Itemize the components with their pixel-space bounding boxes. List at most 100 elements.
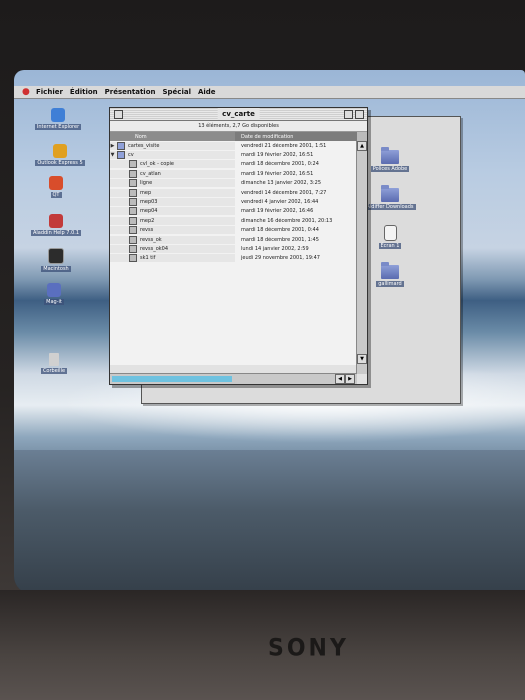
file-name-cell: cvl_ok - copie — [110, 160, 235, 169]
file-name-cell: ▼ cv — [110, 151, 235, 160]
menu-presentation[interactable]: Présentation — [105, 88, 156, 96]
hard-disk-icon — [48, 248, 64, 264]
internet-explorer-icon — [51, 108, 65, 122]
file-icon — [129, 226, 137, 235]
file-name-cell: mep03 — [110, 198, 235, 207]
list-item[interactable]: mep vendredi 14 décembre 2001, 7:27 — [110, 188, 357, 197]
monitor-brand-logo: SONY — [268, 634, 349, 663]
file-name-cell: revss_ok — [110, 235, 235, 244]
file-name-label: mep2 — [140, 217, 155, 224]
monitor-frame: ● Fichier Édition Présentation Spécial A… — [0, 0, 525, 700]
file-date-cell: dimanche 13 janvier 2002, 3:25 — [241, 180, 322, 187]
window-title: cv_carte — [217, 108, 260, 120]
file-name-label: revss — [140, 227, 154, 234]
list-item[interactable]: revss_ok04 lundi 14 janvier 2002, 2:59 — [110, 244, 357, 253]
file-date-cell: mardi 18 décembre 2001, 0:44 — [241, 227, 319, 234]
list-item[interactable]: sk1 tif jeudi 29 novembre 2001, 19:47 — [110, 254, 357, 263]
desktop-icon-polices-adobe[interactable]: Polices Adobe — [360, 147, 420, 172]
file-icon — [129, 188, 137, 197]
desktop-icon-corbeille[interactable]: Corbeille — [24, 353, 84, 374]
file-name-label: cartes_visite — [128, 142, 160, 149]
disclosure-triangle-icon[interactable]: ▼ — [110, 152, 115, 158]
file-name-label: mep03 — [140, 199, 158, 206]
folder-icon — [117, 151, 125, 160]
list-item[interactable]: cv_atlan mardi 19 février 2002, 16:51 — [110, 169, 357, 178]
file-name-cell: ligne — [110, 179, 235, 188]
quicktime-icon — [49, 176, 63, 190]
menu-aide[interactable]: Aide — [198, 88, 216, 96]
file-date-cell: mardi 18 décembre 2001, 0:24 — [241, 161, 319, 168]
file-name-label: revss_ok — [140, 236, 162, 243]
file-date-cell: mardi 19 février 2002, 16:46 — [241, 208, 314, 215]
document-icon — [383, 225, 397, 241]
list-item[interactable]: mep2 dimanche 16 décembre 2001, 20:13 — [110, 216, 357, 225]
desktop-icon-outlook-express[interactable]: Outlook Express 5 — [30, 144, 90, 166]
file-icon — [129, 198, 137, 207]
window-titlebar[interactable]: cv_carte — [110, 108, 367, 121]
scroll-up-icon[interactable]: ▲ — [357, 141, 367, 151]
desktop-icon-internet-explorer[interactable]: Internet Explorer — [28, 108, 88, 130]
menu-edition[interactable]: Édition — [70, 88, 98, 96]
monitor-bezel — [0, 590, 525, 700]
file-name-label: cv_atlan — [140, 170, 161, 177]
desktop-icon-aladdin-help[interactable]: Aladdin Help 7.0.1 — [26, 214, 86, 236]
file-name-cell: sk1 tif — [110, 254, 235, 263]
desktop-icon-aldiffer-downloads[interactable]: Aldiffer Downloads — [360, 185, 420, 210]
desktop-icon-gallimard[interactable]: gallimard — [360, 262, 420, 287]
folder-icon — [381, 185, 399, 202]
vertical-scrollbar[interactable]: ▲ ▼ — [356, 141, 367, 374]
file-name-label: sk1 tif — [140, 255, 156, 262]
help-icon — [49, 214, 63, 228]
folder-icon — [381, 262, 399, 279]
list-item[interactable]: ▶ cartes_visite vendredi 21 décembre 2001,… — [110, 141, 357, 150]
file-icon — [129, 244, 137, 253]
horizontal-scrollbar[interactable]: ◀ ▶ — [110, 373, 357, 384]
file-name-cell: revss — [110, 226, 235, 235]
file-date-cell: lundi 14 janvier 2002, 2:59 — [241, 245, 309, 252]
menu-fichier[interactable]: Fichier — [36, 88, 63, 96]
file-name-cell: mep04 — [110, 207, 235, 216]
screen: ● Fichier Édition Présentation Spécial A… — [14, 70, 525, 594]
scroll-right-icon[interactable]: ▶ — [345, 374, 355, 384]
desktop-icon-macintosh[interactable]: Macintosh — [26, 248, 86, 272]
finder-window-cv-carte[interactable]: cv_carte 13 éléments, 2,7 Go disponibles… — [109, 107, 368, 385]
desktop-icon-mag-it[interactable]: Mag-it — [24, 283, 84, 305]
scroll-down-icon[interactable]: ▼ — [357, 354, 367, 364]
file-date-cell: vendredi 4 janvier 2002, 16:44 — [241, 199, 319, 206]
collapse-box-icon[interactable] — [355, 110, 364, 119]
list-item[interactable]: revss mardi 18 décembre 2001, 0:44 — [110, 226, 357, 235]
list-item[interactable]: revss_ok mardi 18 décembre 2001, 1:45 — [110, 235, 357, 244]
horizontal-scroll-thumb[interactable] — [112, 376, 232, 382]
folder-icon — [117, 141, 125, 150]
list-item[interactable]: mep04 mardi 19 février 2002, 16:46 — [110, 207, 357, 216]
list-item[interactable]: ▼ cv mardi 19 février 2002, 16:51 — [110, 150, 357, 160]
file-date-cell: vendredi 14 décembre 2001, 7:27 — [241, 189, 327, 196]
file-name-cell: mep — [110, 188, 235, 197]
file-date-cell: vendredi 21 décembre 2001, 1:51 — [241, 142, 327, 149]
file-icon — [129, 235, 137, 244]
file-icon — [129, 207, 137, 216]
file-date-cell: jeudi 29 novembre 2001, 19:47 — [241, 255, 320, 262]
file-name-label: mep — [140, 189, 152, 196]
menu-special[interactable]: Spécial — [163, 88, 191, 96]
file-icon — [129, 179, 137, 188]
disclosure-triangle-icon[interactable]: ▶ — [110, 143, 115, 149]
close-box-icon[interactable] — [114, 110, 123, 119]
zoom-box-icon[interactable] — [344, 110, 353, 119]
file-date-cell: mardi 18 décembre 2001, 1:45 — [241, 236, 319, 243]
list-item[interactable]: ligne dimanche 13 janvier 2002, 3:25 — [110, 179, 357, 188]
scroll-left-icon[interactable]: ◀ — [335, 374, 345, 384]
file-name-label: cvl_ok - copie — [140, 161, 174, 168]
file-name-cell: revss_ok04 — [110, 244, 235, 253]
wallpaper-sand — [14, 450, 525, 594]
desktop-icon-ecran-1[interactable]: Écran 1 — [360, 225, 420, 249]
apple-menu-icon[interactable]: ● — [22, 87, 32, 97]
file-icon — [129, 254, 137, 263]
file-icon — [129, 169, 137, 178]
file-name-label: mep04 — [140, 208, 158, 215]
list-item[interactable]: mep03 vendredi 4 janvier 2002, 16:44 — [110, 197, 357, 207]
list-item[interactable]: cvl_ok - copie mardi 18 décembre 2001, 0:… — [110, 160, 357, 169]
file-name-label: cv — [128, 152, 134, 159]
file-name-label: revss_ok04 — [140, 245, 169, 252]
desktop-icon-qt[interactable]: QT — [26, 176, 86, 198]
